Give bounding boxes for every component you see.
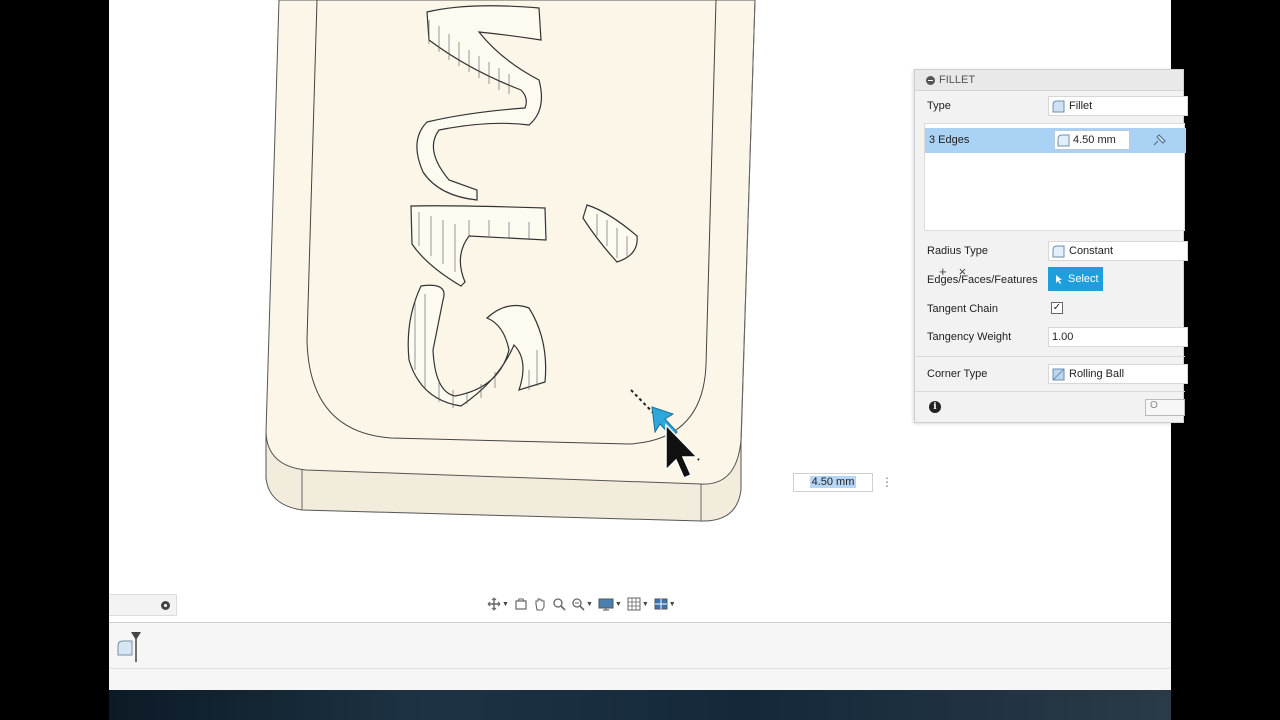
display-settings-icon <box>598 598 614 611</box>
chevron-down-icon[interactable]: ▼ <box>586 601 593 608</box>
browser-panel-collapsed[interactable] <box>109 594 177 616</box>
tangent-chain-label: Tangent Chain <box>927 303 998 315</box>
footer-divider <box>915 391 1185 392</box>
orbit-icon <box>487 597 501 611</box>
timeline-bar <box>109 622 1171 690</box>
display-settings-button[interactable]: ▼ <box>596 595 624 613</box>
look-at-button[interactable] <box>512 595 530 613</box>
select-edges-button[interactable]: Select <box>1048 267 1103 291</box>
selection-label: 3 Edges <box>929 134 970 146</box>
corner-type-value: Rolling Ball <box>1069 368 1125 380</box>
chevron-down-icon[interactable]: ▼ <box>615 601 622 608</box>
more-options-icon[interactable]: ⋮ <box>881 475 893 489</box>
type-row: Type Fillet <box>915 95 1188 117</box>
section-divider <box>915 356 1185 357</box>
zoom-icon <box>553 598 566 611</box>
chevron-down-icon[interactable]: ▼ <box>669 601 676 608</box>
corner-type-label: Corner Type <box>927 368 988 380</box>
select-button-label: Select <box>1068 273 1099 285</box>
look-at-icon <box>515 598 527 610</box>
pan-button[interactable] <box>531 595 549 613</box>
fillet-dialog: FILLET Type Fillet 3 Edges 4.50 mm + × R… <box>914 69 1188 423</box>
ok-button[interactable]: O <box>1145 399 1185 416</box>
orbit-button[interactable]: ▼ <box>485 595 511 613</box>
corner-type-row: Corner Type Rolling Ball <box>915 363 1188 385</box>
edges-row: Edges/Faces/Features Select <box>915 267 1185 293</box>
edges-label: Edges/Faces/Features <box>927 274 1038 286</box>
fillet-radius-icon <box>1057 134 1070 146</box>
selection-list[interactable]: 3 Edges 4.50 mm + × <box>924 123 1186 279</box>
radius-type-row: Radius Type Constant <box>915 240 1188 262</box>
fillet-type-icon <box>1052 100 1065 112</box>
type-dropdown[interactable]: Fillet <box>1048 96 1188 116</box>
radius-type-value: Constant <box>1069 245 1114 257</box>
chevron-down-icon[interactable]: ▼ <box>502 601 509 608</box>
info-icon[interactable]: i <box>929 401 941 413</box>
selection-radius-value[interactable]: 4.50 mm <box>1073 134 1116 146</box>
viewports-button[interactable]: ▼ <box>652 595 678 613</box>
fillet-dialog-header[interactable]: FILLET <box>915 70 1183 91</box>
type-value: Fillet <box>1069 100 1093 112</box>
collapse-icon[interactable] <box>926 75 935 85</box>
desktop-background <box>109 690 1171 720</box>
pointer-icon <box>1056 274 1062 284</box>
grid-button[interactable]: ▼ <box>625 595 651 613</box>
pin-icon[interactable] <box>1152 133 1167 147</box>
viewports-icon <box>654 598 668 610</box>
grid-icon <box>627 597 641 611</box>
radius-type-label: Radius Type <box>927 245 988 257</box>
rolling-ball-icon <box>1052 368 1065 380</box>
type-label: Type <box>927 100 951 112</box>
corner-type-dropdown[interactable]: Rolling Ball <box>1048 364 1188 384</box>
letterbox-left <box>0 0 109 720</box>
constant-radius-icon <box>1052 245 1065 257</box>
navigation-toolbar: ▼ ▼ ▼ ▼ ▼ <box>479 593 701 615</box>
fillet-dimension-input[interactable]: 4.50 mm ⋮ <box>793 472 893 492</box>
chevron-down-icon[interactable]: ▼ <box>642 601 649 608</box>
tangent-chain-row: Tangent Chain ✓ <box>915 299 1185 319</box>
tangency-weight-input[interactable]: 1.00 <box>1048 327 1188 347</box>
zoom-button[interactable] <box>550 595 568 613</box>
pan-icon <box>535 598 545 611</box>
tangency-weight-value[interactable]: 1.00 <box>1052 331 1073 343</box>
tangency-weight-row: Tangency Weight 1.00 <box>915 326 1188 348</box>
radius-type-dropdown[interactable]: Constant <box>1048 241 1188 261</box>
selection-radius-input[interactable]: 4.50 mm <box>1054 130 1130 150</box>
dimension-value[interactable]: 4.50 mm <box>809 476 857 488</box>
selection-row[interactable]: 3 Edges 4.50 mm <box>925 128 1186 153</box>
dimension-value-box[interactable]: 4.50 mm <box>793 472 873 492</box>
fit-button[interactable]: ▼ <box>569 595 595 613</box>
timeline-divider <box>109 668 1171 669</box>
tangent-chain-checkbox[interactable]: ✓ <box>1051 302 1063 314</box>
fit-icon <box>572 598 585 611</box>
tangency-weight-label: Tangency Weight <box>927 331 1012 343</box>
pin-dot-icon[interactable] <box>161 601 170 610</box>
dialog-title: FILLET <box>939 74 976 86</box>
timeline-marker-icon[interactable] <box>131 632 141 662</box>
